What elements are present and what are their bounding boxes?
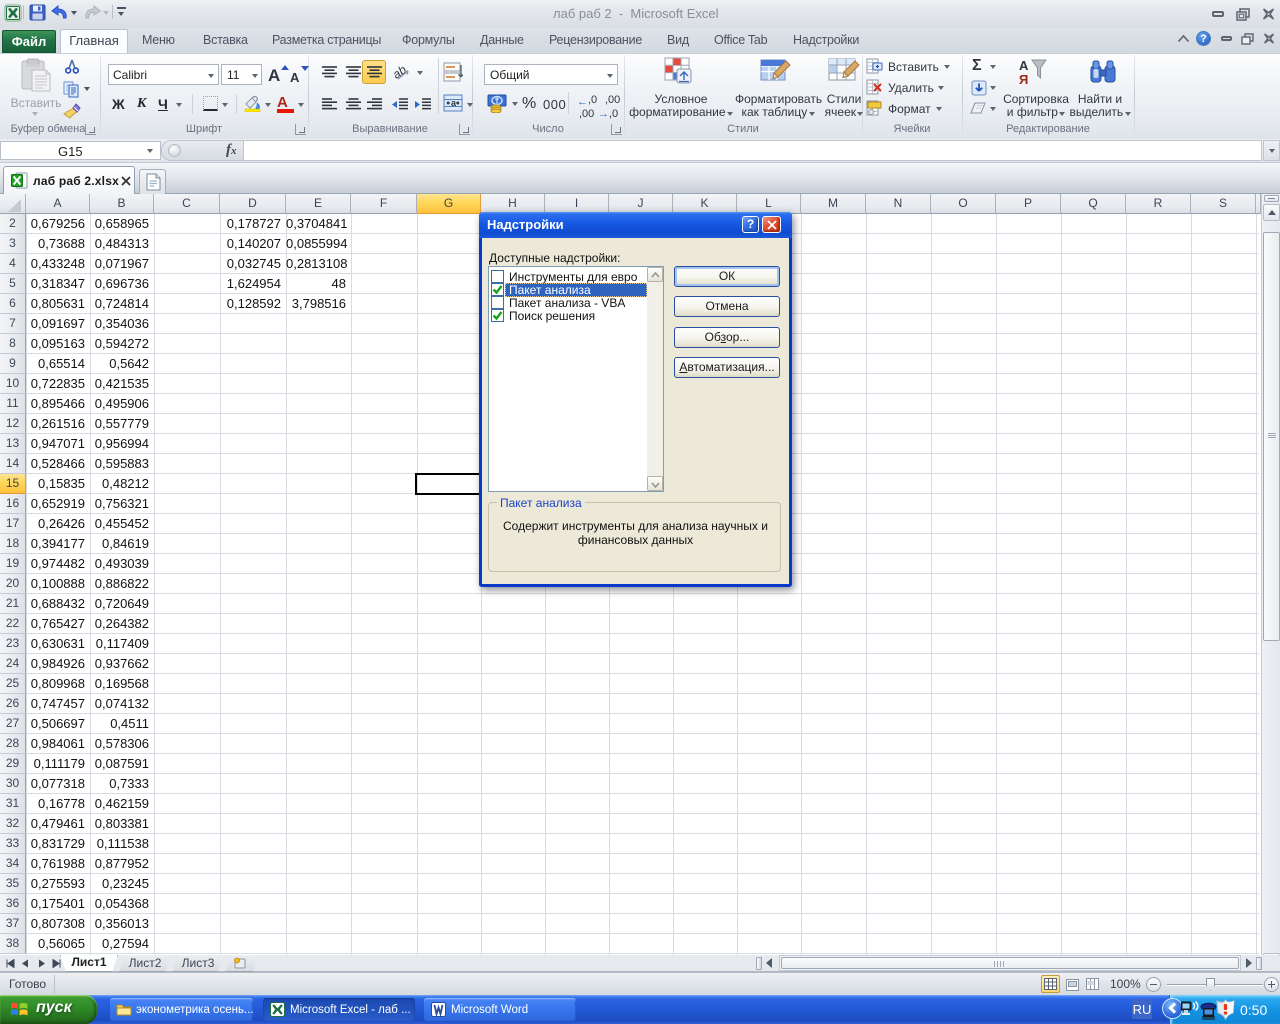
svg-text:ab: ab bbox=[394, 64, 409, 82]
svg-text:Я: Я bbox=[1019, 72, 1028, 87]
svg-text:А: А bbox=[1019, 58, 1029, 73]
